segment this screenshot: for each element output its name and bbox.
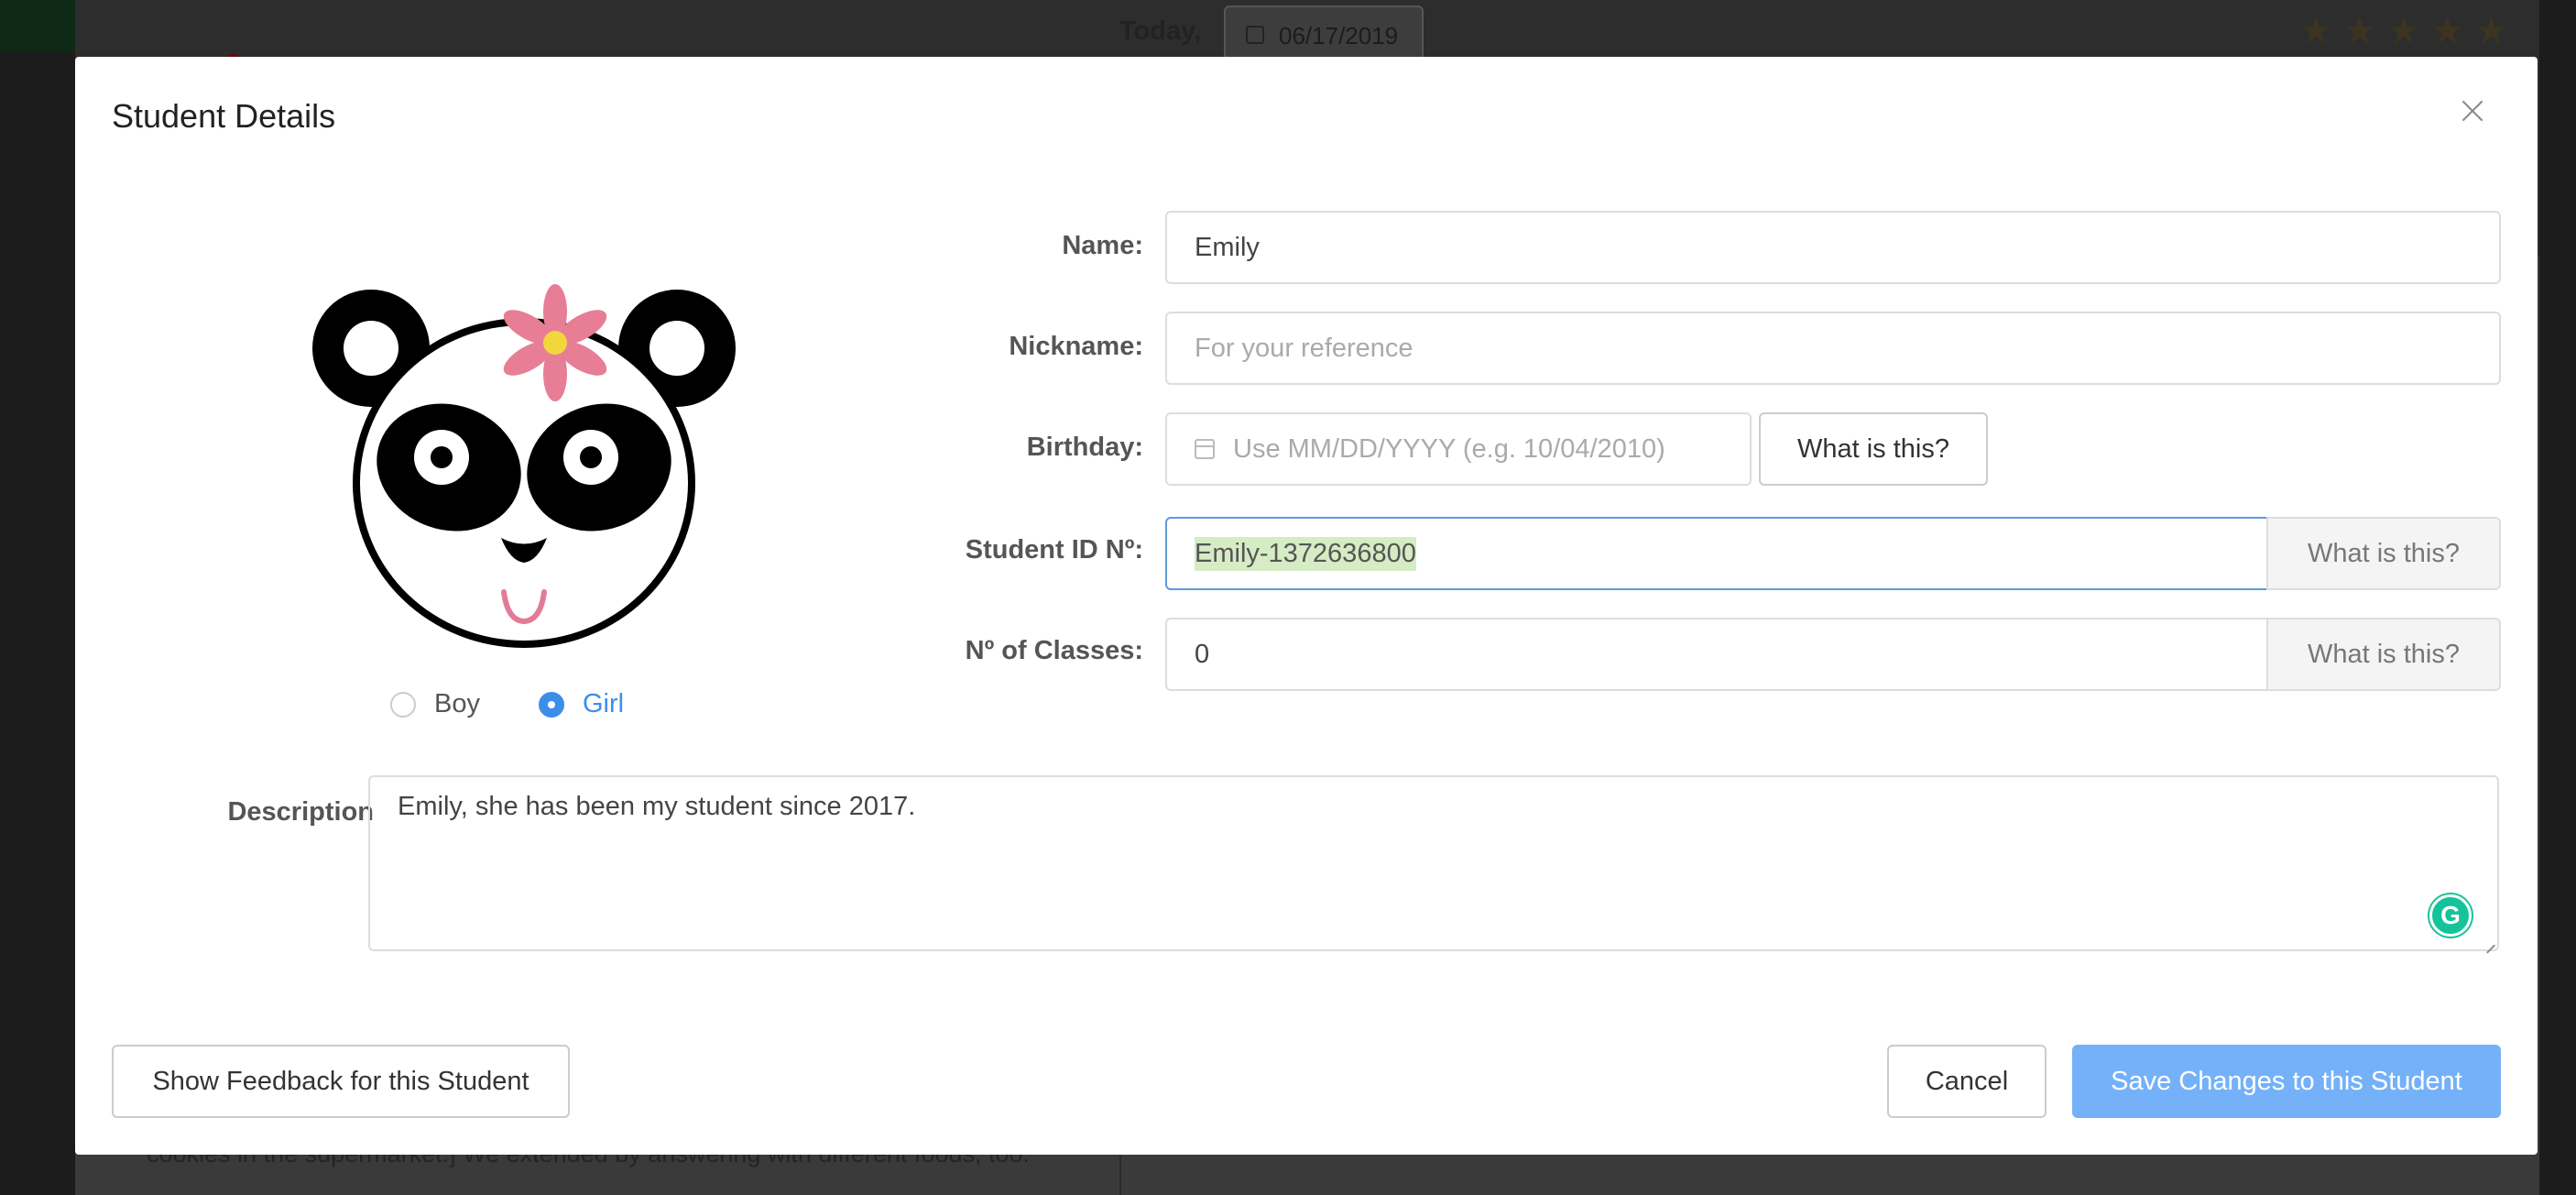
girl-label[interactable]: Girl	[583, 689, 624, 719]
background-date-field: 06/17/2019	[1224, 5, 1424, 60]
student-id-help-button[interactable]: What is this?	[2266, 517, 2501, 590]
modal-title: Student Details	[112, 97, 336, 135]
birthday-help-button[interactable]: What is this?	[1759, 412, 1988, 486]
calendar-icon	[1246, 26, 1264, 44]
classes-label: Nº of Classes:	[965, 636, 1143, 665]
background-date-value: 06/17/2019	[1279, 22, 1399, 49]
boy-label[interactable]: Boy	[434, 689, 480, 719]
classes-input[interactable]: 0	[1165, 618, 2270, 691]
close-icon[interactable]	[2457, 95, 2488, 126]
birthday-label: Birthday:	[1026, 433, 1143, 462]
cancel-button[interactable]: Cancel	[1887, 1045, 2047, 1118]
nickname-placeholder: For your reference	[1195, 333, 1414, 363]
background-rating-stars: ★ ★ ★ ★ ★	[2299, 13, 2507, 49]
name-label: Name:	[1062, 231, 1143, 260]
gender-girl-option[interactable]: Girl	[539, 689, 624, 719]
description-value: Emily, she has been my student since 201…	[398, 792, 916, 821]
name-value: Emily	[1195, 232, 1260, 262]
calendar-icon	[1195, 439, 1215, 459]
student-id-value: Emily-1372636800	[1195, 536, 1416, 571]
gender-boy-option[interactable]: Boy	[390, 689, 480, 719]
classes-value: 0	[1195, 639, 1210, 669]
student-id-label: Student ID Nº:	[965, 535, 1143, 565]
star-icon: ★	[2342, 11, 2376, 51]
student-id-input[interactable]: Emily-1372636800	[1165, 517, 2270, 590]
nickname-label: Nickname:	[1009, 332, 1143, 361]
star-icon: ★	[2474, 11, 2508, 51]
star-icon: ★	[2299, 11, 2332, 51]
description-textarea[interactable]: Emily, she has been my student since 201…	[368, 775, 2499, 951]
boy-radio[interactable]	[390, 691, 416, 718]
name-input[interactable]: Emily	[1165, 211, 2501, 284]
background-sidebar-strip	[0, 0, 75, 51]
save-changes-button[interactable]: Save Changes to this Student	[2072, 1045, 2501, 1118]
star-icon: ★	[2386, 11, 2420, 51]
birthday-placeholder: Use MM/DD/YYYY (e.g. 10/04/2010)	[1233, 433, 1665, 464]
star-icon: ★	[2430, 11, 2464, 51]
grammarly-icon[interactable]: G	[2429, 894, 2472, 937]
show-feedback-button[interactable]: Show Feedback for this Student	[112, 1045, 570, 1118]
nickname-input[interactable]: For your reference	[1165, 312, 2501, 385]
resize-handle[interactable]	[2484, 935, 2497, 948]
description-label: Description	[227, 797, 374, 827]
classes-help-button[interactable]: What is this?	[2266, 618, 2501, 691]
background-today-label: Today,	[1119, 16, 1202, 46]
student-details-modal: Student Details Boy Girl Name: Emily Nic…	[75, 57, 2538, 1155]
girl-radio[interactable]	[539, 691, 564, 718]
birthday-input[interactable]: Use MM/DD/YYYY (e.g. 10/04/2010)	[1165, 412, 1752, 486]
